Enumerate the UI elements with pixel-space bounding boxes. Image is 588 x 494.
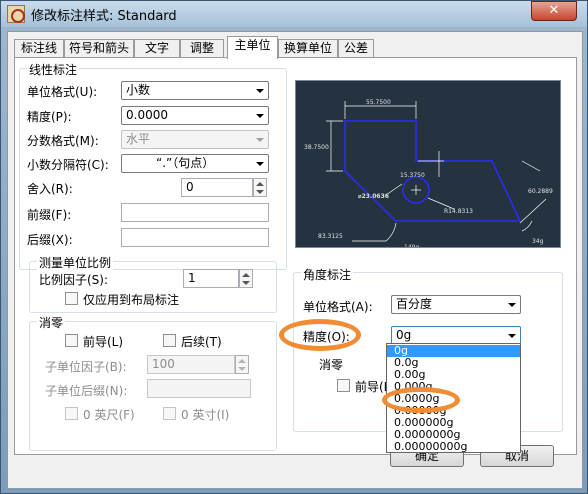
zero-suppression-title: 消零 xyxy=(37,314,66,331)
tab-fit[interactable]: 调整 xyxy=(180,39,224,58)
chevron-down-icon xyxy=(252,107,268,124)
preview-dim-top: 55.7500 xyxy=(366,99,391,106)
tab-primary-units[interactable]: 主单位 xyxy=(227,36,278,59)
angular-unit-format-label: 单位格式(A): xyxy=(303,300,373,314)
preview-drawing: 55.7500 38.7500 15.3750 60.2889 ⌀23.0636… xyxy=(304,99,553,251)
sub-unit-suffix-input xyxy=(147,379,251,398)
preview-angle-1: 149g xyxy=(404,244,419,247)
highlight-ellipse-option xyxy=(382,387,460,413)
scale-factor-spinner[interactable] xyxy=(239,269,253,288)
chevron-down-icon xyxy=(504,296,520,313)
preview-image: 55.7500 38.7500 15.3750 60.2889 ⌀23.0636… xyxy=(295,80,561,251)
preview-radius: R14.8313 xyxy=(444,208,473,215)
title-bar[interactable]: 修改标注样式: Standard ✕ xyxy=(1,1,587,27)
decimal-separator-label: 小数分隔符(C): xyxy=(27,158,109,172)
round-off-label: 舍入(R): xyxy=(27,182,73,196)
window-title: 修改标注样式: Standard xyxy=(31,9,177,24)
leading-zero-label: 前导(L) xyxy=(83,335,124,349)
trailing-zero-checkbox[interactable] xyxy=(163,334,176,347)
fraction-format-label: 分数格式(M): xyxy=(27,134,99,148)
scale-factor-input[interactable]: 1 xyxy=(183,269,239,288)
preview-angle-2: 34g xyxy=(532,238,544,245)
tab-symbols-arrows[interactable]: 符号和箭头 xyxy=(64,39,134,58)
chevron-down-icon xyxy=(504,327,520,344)
trailing-zero-label: 后续(T) xyxy=(181,335,222,349)
tab-alternate-units[interactable]: 换算单位 xyxy=(278,39,338,58)
app-icon xyxy=(7,5,25,23)
fraction-format-select: 水平 xyxy=(121,130,269,149)
tab-dimension-lines[interactable]: 标注线 xyxy=(14,39,64,58)
preview-dim-left: 38.7500 xyxy=(304,144,329,151)
angular-unit-format-select[interactable]: 百分度 xyxy=(391,295,521,314)
preview-dim-center: 15.3750 xyxy=(400,172,425,179)
precision-label: 精度(P): xyxy=(27,110,72,124)
highlight-ellipse-precision xyxy=(279,319,361,351)
leading-zero-checkbox[interactable] xyxy=(65,334,78,347)
scale-group-title: 测量单位比例 xyxy=(37,254,114,271)
prefix-label: 前缀(F): xyxy=(27,208,72,222)
chevron-down-icon xyxy=(252,131,268,148)
angular-leading-checkbox[interactable] xyxy=(337,379,350,392)
angular-group-title: 角度标注 xyxy=(301,266,354,283)
linear-group-title: 线性标注 xyxy=(27,61,80,78)
suffix-label: 后缀(X): xyxy=(27,233,73,247)
layout-only-checkbox[interactable] xyxy=(65,292,78,305)
layout-only-label: 仅应用到布局标注 xyxy=(83,293,180,307)
chevron-down-icon xyxy=(252,155,268,172)
unit-format-select[interactable]: 小数 xyxy=(121,81,269,100)
close-button[interactable]: ✕ xyxy=(531,1,577,21)
tab-tolerances[interactable]: 公差 xyxy=(338,39,374,58)
chevron-down-icon xyxy=(252,82,268,99)
tab-text[interactable]: 文字 xyxy=(134,39,180,58)
scale-factor-label: 比例因子(S): xyxy=(39,273,109,287)
unit-format-label: 单位格式(U): xyxy=(27,85,98,99)
dialog-window: 修改标注样式: Standard ✕ 标注线 符号和箭头 文字 调整 主单位 换… xyxy=(0,0,588,494)
angular-zero-title: 消零 xyxy=(319,356,344,373)
sub-unit-factor-spinner xyxy=(235,355,249,374)
preview-dim-bottom: 83.3125 xyxy=(318,233,343,240)
zero-inches-label: 0 英寸(I) xyxy=(181,408,230,422)
sub-unit-factor-label: 子单位因子(B): xyxy=(45,360,127,374)
precision-option[interactable]: 0.00000000g xyxy=(387,441,520,453)
preview-diameter: ⌀23.0636 xyxy=(358,193,389,200)
sub-unit-factor-input: 100 xyxy=(147,355,235,374)
suffix-input[interactable] xyxy=(121,228,269,247)
round-off-spinner[interactable] xyxy=(253,178,267,197)
round-off-input[interactable]: 0 xyxy=(181,178,253,197)
zero-feet-label: 0 英尺(F) xyxy=(83,408,135,422)
preview-dim-right: 60.2889 xyxy=(528,188,553,195)
sub-unit-suffix-label: 子单位后缀(N): xyxy=(45,384,128,398)
decimal-separator-select[interactable]: “.”（句点） xyxy=(121,154,269,173)
prefix-input[interactable] xyxy=(121,203,269,222)
zero-feet-checkbox xyxy=(65,407,78,420)
precision-select[interactable]: 0.0000 xyxy=(121,106,269,125)
zero-inches-checkbox xyxy=(163,407,176,420)
